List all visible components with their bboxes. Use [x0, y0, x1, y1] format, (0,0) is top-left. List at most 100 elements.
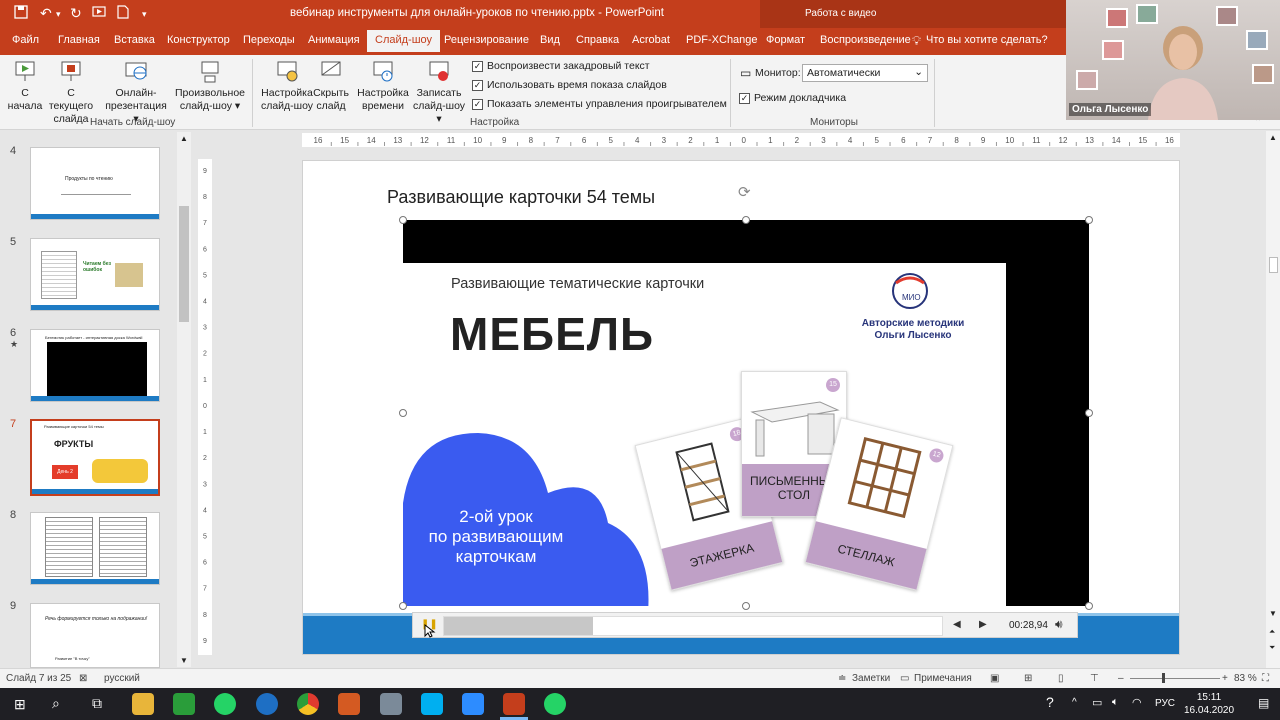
comments-button[interactable]: Примечания: [914, 673, 972, 684]
battery-icon[interactable]: ▭: [1092, 696, 1102, 709]
zoom-slider[interactable]: [1130, 678, 1220, 679]
from-beginning-button[interactable]: С начала: [6, 59, 44, 113]
new-file-icon[interactable]: [117, 5, 129, 22]
reading-view-icon[interactable]: ▯: [1058, 673, 1064, 684]
presenter-view-checkbox[interactable]: ✓ Режим докладчика: [739, 92, 846, 104]
tab-view[interactable]: Вид: [540, 34, 560, 46]
powerpoint-icon[interactable]: [503, 693, 525, 715]
skype-icon[interactable]: [421, 693, 443, 715]
play-narrations-checkbox[interactable]: ✓ Воспроизвести закадровый текст: [472, 60, 650, 72]
zoom-in-icon[interactable]: +: [1222, 673, 1228, 684]
customize-toolbar-icon[interactable]: ▾: [142, 9, 147, 20]
slide-thumbnail-6[interactable]: Бегемотик работает - интерактивная доска…: [30, 329, 160, 402]
video-frame[interactable]: Развивающие тематические карточки МЕБЕЛЬ…: [403, 220, 1089, 606]
resize-handle[interactable]: [399, 409, 407, 417]
redo-icon[interactable]: ↻: [70, 5, 82, 22]
slide-scrollbar[interactable]: ▲ ▼ ⏶ ⏷: [1266, 131, 1280, 668]
record-slideshow-button[interactable]: Записать слайд-шоу ▾: [410, 59, 468, 126]
from-current-button[interactable]: С текущего слайда: [44, 59, 98, 126]
zoom-slider-thumb[interactable]: [1162, 673, 1165, 683]
slide-thumbnail-7[interactable]: Развивающие карточки 54 темы ФРУКТЫ День…: [30, 419, 160, 496]
slide-sorter-icon[interactable]: ⊞: [1024, 673, 1032, 684]
use-timings-checkbox[interactable]: ✓ Использовать время показа слайдов: [472, 79, 667, 91]
scroll-thumb[interactable]: [1269, 257, 1278, 273]
notes-icon[interactable]: ≐: [838, 673, 846, 684]
resize-handle[interactable]: [742, 216, 750, 224]
chrome-icon[interactable]: [297, 693, 319, 715]
zoom-out-icon[interactable]: –: [1118, 673, 1124, 684]
zoom-icon[interactable]: [462, 693, 484, 715]
resize-handle[interactable]: [742, 602, 750, 610]
setup-slideshow-button[interactable]: Настройка слайд-шоу: [258, 59, 316, 113]
scroll-thumb[interactable]: [179, 206, 189, 322]
edge-icon[interactable]: [256, 693, 278, 715]
tab-animations[interactable]: Анимация: [308, 34, 360, 46]
resize-handle[interactable]: [1085, 409, 1093, 417]
slide-thumbnail-9[interactable]: Речь формируется только на подражании! Р…: [30, 603, 160, 668]
whatsapp-icon[interactable]: [214, 693, 236, 715]
resize-handle[interactable]: [399, 216, 407, 224]
monitor-select[interactable]: Автоматически ⌄: [802, 64, 928, 82]
slide-thumbnail-5[interactable]: Читаем без ошибок: [30, 238, 160, 311]
hide-slide-button[interactable]: Скрыть слайд: [312, 59, 350, 113]
tray-chevron-icon[interactable]: ^: [1072, 697, 1077, 708]
show-media-controls-checkbox[interactable]: ✓ Показать элементы управления проигрыват…: [472, 98, 727, 110]
tab-review[interactable]: Рецензирование: [444, 34, 529, 46]
volume-icon[interactable]: 🔈︎: [1112, 696, 1119, 709]
resize-handle[interactable]: [399, 602, 407, 610]
tab-insert[interactable]: Вставка: [114, 34, 155, 46]
resize-handle[interactable]: [1085, 602, 1093, 610]
undo-dropdown-icon[interactable]: ▾: [56, 9, 61, 20]
search-icon[interactable]: ⌕: [52, 695, 60, 712]
undo-icon[interactable]: ↶: [40, 5, 52, 22]
slide-thumbnail-4[interactable]: Продукты по чтению: [30, 147, 160, 220]
green-app-icon[interactable]: [173, 693, 195, 715]
notes-button[interactable]: Заметки: [852, 673, 890, 684]
tab-transitions[interactable]: Переходы: [243, 34, 295, 46]
task-view-icon[interactable]: ⧉: [92, 695, 102, 712]
help-icon[interactable]: ?: [1046, 694, 1054, 710]
zoom-level[interactable]: 83 %: [1234, 673, 1257, 684]
slide-title[interactable]: Развивающие карточки 54 темы: [387, 187, 655, 208]
resize-handle[interactable]: [1085, 216, 1093, 224]
firefox-icon[interactable]: [338, 693, 360, 715]
tab-home[interactable]: Главная: [58, 34, 100, 46]
custom-slideshow-button[interactable]: Произвольное слайд-шоу ▾: [174, 59, 246, 113]
comments-icon[interactable]: ▭: [900, 673, 909, 684]
input-language[interactable]: РУС: [1155, 698, 1175, 709]
skip-back-icon[interactable]: ◀︎: [953, 619, 961, 630]
spellcheck-icon[interactable]: ⊠: [79, 673, 87, 684]
online-presentation-button[interactable]: Онлайн-презентация ▾: [104, 59, 168, 126]
slide-thumbnail-8[interactable]: [30, 512, 160, 585]
skip-forward-icon[interactable]: ▶︎: [979, 619, 987, 630]
save-icon[interactable]: [14, 5, 28, 22]
rotate-handle-icon[interactable]: ⟳: [738, 183, 751, 201]
custom-slideshow-icon: [201, 61, 219, 83]
slide-canvas[interactable]: Развивающие карточки 54 темы Развивающие…: [302, 160, 1180, 655]
tab-pdf-xchange[interactable]: PDF-XChange: [686, 34, 758, 46]
seek-bar[interactable]: [443, 616, 943, 636]
tab-file[interactable]: Файл: [12, 34, 39, 46]
tab-design[interactable]: Конструктор: [167, 34, 230, 46]
tell-me-search[interactable]: Что вы хотите сделать?: [926, 34, 1048, 46]
slideshow-view-icon[interactable]: ⊤: [1090, 673, 1099, 684]
whatsapp-icon[interactable]: [544, 693, 566, 715]
tab-acrobat[interactable]: Acrobat: [632, 34, 670, 46]
fit-slide-icon[interactable]: ⛶: [1262, 673, 1269, 684]
taskbar-clock[interactable]: 15:11 16.04.2020: [1184, 691, 1234, 717]
thumbnails-scrollbar[interactable]: ▲ ▼: [177, 132, 191, 667]
tab-slideshow[interactable]: Слайд-шоу: [367, 30, 441, 52]
app-icon[interactable]: [380, 693, 402, 715]
windows-start-icon[interactable]: ⊞: [14, 696, 26, 713]
normal-view-icon[interactable]: ▣: [990, 673, 999, 684]
tab-help[interactable]: Справка: [576, 34, 619, 46]
file-explorer-icon[interactable]: [132, 693, 154, 715]
tab-playback[interactable]: Воспроизведение: [820, 34, 911, 46]
volume-icon[interactable]: 🔊︎: [1055, 617, 1063, 632]
rehearse-timings-button[interactable]: Настройка времени: [356, 59, 410, 113]
notifications-icon[interactable]: ▤: [1258, 696, 1269, 710]
network-icon[interactable]: ◠: [1132, 696, 1142, 709]
tab-format[interactable]: Формат: [766, 34, 805, 46]
start-from-beginning-icon[interactable]: [92, 5, 106, 22]
language-indicator[interactable]: русский: [104, 673, 140, 684]
